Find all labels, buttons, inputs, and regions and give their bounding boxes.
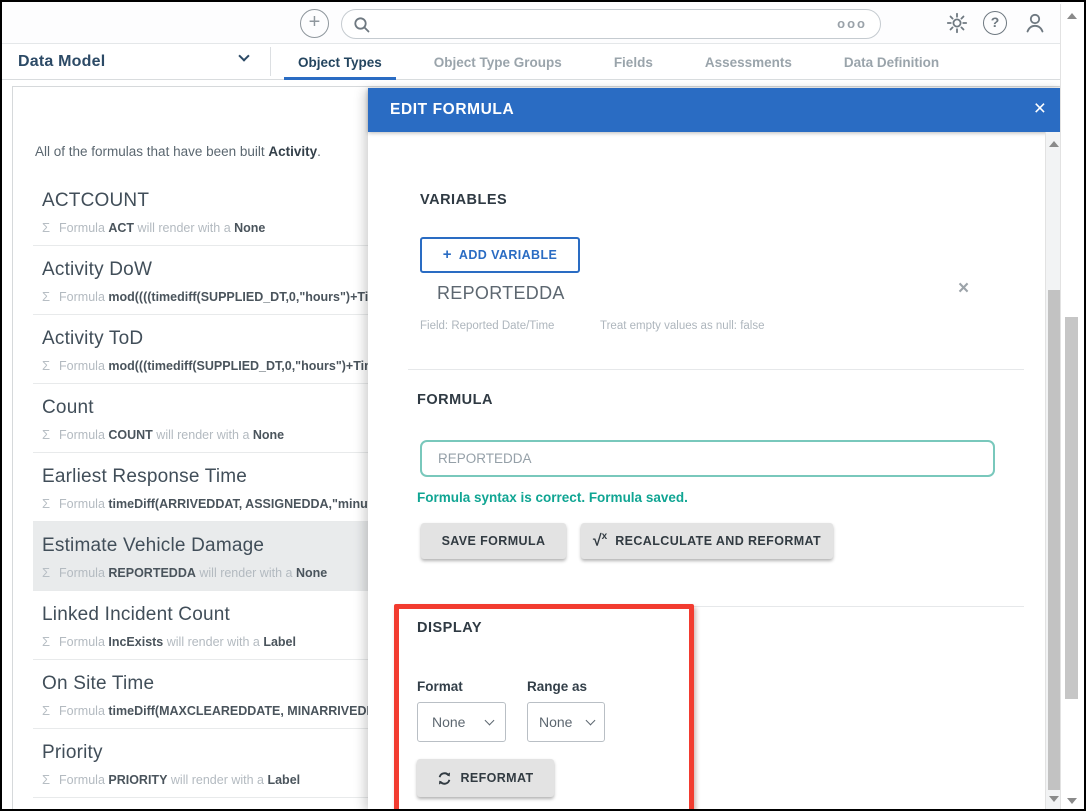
reformat-button[interactable]: REFORMAT: [417, 759, 554, 797]
app-window: + ooo ? Data Model: [0, 0, 1086, 811]
variable-null-meta: Treat empty values as null: false: [600, 320, 764, 332]
divider: [408, 369, 1024, 370]
variable-field-meta: Field: Reported Date/Time: [420, 320, 554, 332]
formula-input[interactable]: [420, 440, 995, 477]
page-scrollbar[interactable]: [1060, 4, 1082, 811]
scroll-up-icon[interactable]: [1067, 13, 1077, 19]
sigma-icon: Σ: [42, 220, 50, 235]
divider: [270, 47, 271, 76]
sqrt-x-icon: √x: [593, 531, 607, 550]
modal-header: EDIT FORMULA ×: [368, 88, 1062, 132]
edit-formula-modal: EDIT FORMULA × VARIABLES + ADD VARIABLE …: [368, 88, 1062, 809]
tab-object-type-groups[interactable]: Object Type Groups: [408, 44, 588, 80]
plus-icon: +: [443, 246, 452, 263]
help-icon[interactable]: ?: [983, 11, 1007, 35]
tab-data-definition[interactable]: Data Definition: [818, 44, 965, 80]
page-scrollbar-thumb[interactable]: [1065, 317, 1078, 699]
topbar: + ooo ?: [2, 2, 1062, 44]
variable-name: REPORTEDDA: [437, 283, 565, 304]
formula-success-message: Formula syntax is correct. Formula saved…: [417, 490, 688, 505]
chevron-down-icon: [238, 50, 249, 61]
search-input[interactable]: [378, 12, 818, 36]
page-region: + ooo ? Data Model: [2, 2, 1064, 809]
chevron-down-icon: [485, 716, 495, 726]
tab-fields[interactable]: Fields: [588, 44, 679, 80]
format-label: Format: [417, 679, 463, 694]
modal-scrollbar-thumb[interactable]: [1048, 290, 1060, 790]
search-icon: [353, 16, 371, 34]
close-icon[interactable]: ×: [1034, 97, 1046, 121]
content-area: All of the formulas that have been built…: [2, 80, 1062, 809]
tab-bar: Object Types Object Type Groups Fields A…: [272, 44, 965, 80]
sigma-icon: Σ: [42, 772, 50, 787]
sigma-icon: Σ: [42, 703, 50, 718]
range-as-select[interactable]: None: [527, 702, 605, 742]
format-select[interactable]: None: [417, 702, 506, 742]
recalculate-and-reformat-button[interactable]: √x RECALCULATE AND REFORMAT: [581, 523, 833, 559]
chevron-down-icon: [586, 716, 596, 726]
sigma-icon: Σ: [42, 358, 50, 373]
tab-object-types[interactable]: Object Types: [272, 44, 408, 80]
modal-title: EDIT FORMULA: [390, 101, 514, 119]
app-menu-dropdown[interactable]: Data Model: [18, 44, 105, 79]
search-bar[interactable]: ooo: [341, 9, 881, 39]
sigma-icon: Σ: [42, 634, 50, 649]
sigma-icon: Σ: [42, 496, 50, 511]
search-overflow-icon[interactable]: ooo: [837, 16, 867, 31]
sigma-icon: Σ: [42, 565, 50, 580]
scroll-down-icon[interactable]: [1049, 796, 1059, 802]
settings-gear-icon[interactable]: [945, 11, 969, 35]
display-heading: DISPLAY: [417, 620, 482, 636]
app-menu-label: Data Model: [18, 53, 105, 71]
sigma-icon: Σ: [42, 427, 50, 442]
add-variable-button[interactable]: + ADD VARIABLE: [420, 237, 580, 273]
remove-variable-icon[interactable]: ×: [958, 279, 969, 298]
tab-assessments[interactable]: Assessments: [679, 44, 818, 80]
range-as-label: Range as: [527, 679, 587, 694]
refresh-icon: [437, 771, 452, 786]
sigma-icon: Σ: [42, 289, 50, 304]
add-icon[interactable]: +: [300, 9, 329, 38]
scroll-down-icon[interactable]: [1067, 798, 1077, 804]
user-profile-icon[interactable]: [1023, 11, 1047, 35]
formula-heading: FORMULA: [417, 392, 493, 408]
modal-body: VARIABLES + ADD VARIABLE REPORTEDDA × Fi…: [368, 132, 1045, 809]
save-formula-button[interactable]: SAVE FORMULA: [421, 523, 566, 559]
variables-heading: VARIABLES: [420, 192, 507, 208]
navbar: Data Model Object Types Object Type Grou…: [2, 44, 1062, 80]
scroll-up-icon[interactable]: [1049, 141, 1059, 147]
divider: [408, 606, 1024, 607]
